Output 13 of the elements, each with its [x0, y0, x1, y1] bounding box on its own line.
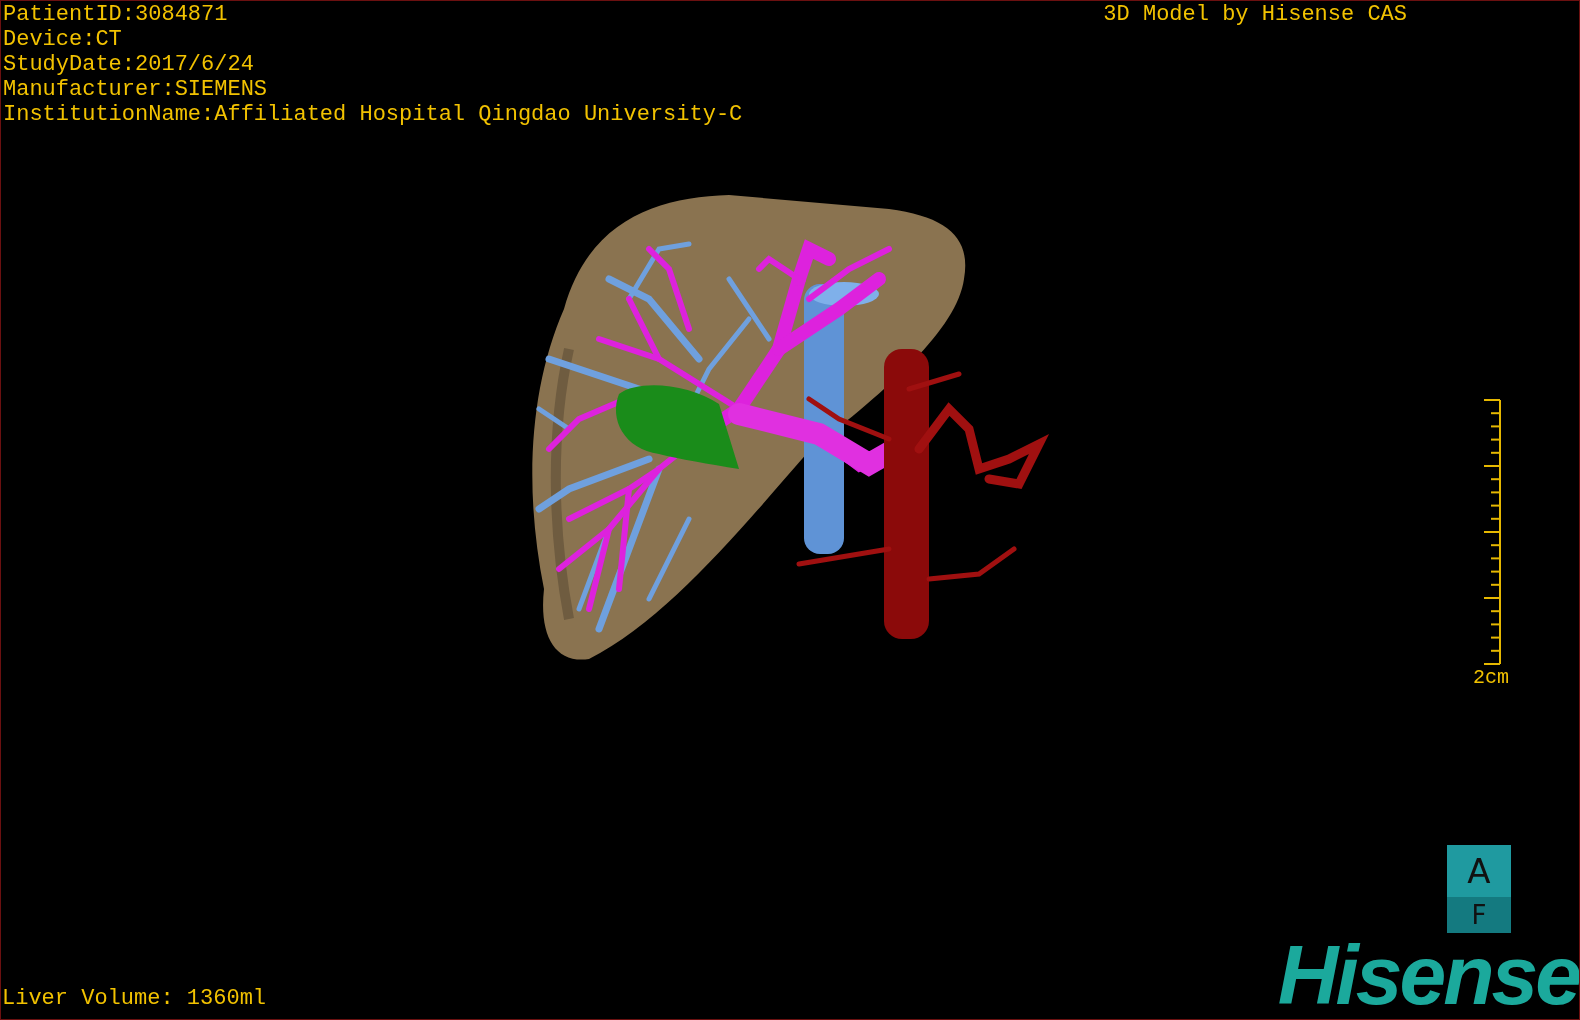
study-info-text: Manufacturer:SIEMENS — [3, 77, 269, 102]
study-info-text: InstitutionName:Affiliated Hospital Qingdao University-C — [3, 102, 743, 127]
study-info-text: Device:CT — [3, 27, 123, 52]
orientation-face-label: A — [1447, 845, 1511, 897]
orientation-face-label: F — [1447, 897, 1511, 933]
orientation-cube[interactable]: A F — [1447, 845, 1511, 933]
brand-logo: Hisense — [1277, 937, 1579, 1019]
scale-bar-icon — [1483, 399, 1503, 665]
liver-volume-text: Liver Volume: 1360ml — [1, 986, 267, 1013]
scale-label: 2cm — [1473, 666, 1509, 690]
model-title: 3D Model by Hisense CAS — [1103, 1, 1407, 27]
study-info-text: PatientID:3084871 — [3, 2, 229, 27]
study-info-text: StudyDate:2017/6/24 — [3, 52, 255, 77]
